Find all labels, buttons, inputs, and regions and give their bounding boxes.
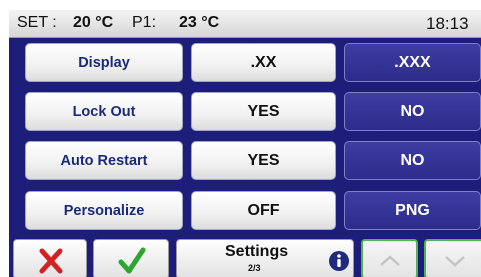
lockout-yes-text: YES	[247, 102, 280, 120]
info-icon[interactable]	[328, 250, 350, 272]
probe1-label: P1:	[132, 14, 157, 31]
auto-restart-no-button[interactable]: NO	[344, 141, 481, 180]
green-check-icon	[118, 247, 146, 274]
chevron-down-icon	[445, 256, 465, 267]
red-x-icon	[39, 248, 63, 274]
lockout-setting-text: Lock Out	[72, 103, 136, 120]
personalize-png-text: PNG	[395, 201, 430, 219]
clock-time: 18:13	[426, 14, 469, 33]
personalize-png-button[interactable]: PNG	[344, 191, 481, 230]
page-up-button[interactable]	[361, 239, 418, 277]
display-option-xxx-button[interactable]: .XXX	[344, 43, 481, 82]
page-down-button[interactable]	[424, 239, 481, 277]
auto-restart-setting-label: Auto Restart	[25, 141, 183, 180]
display-setting-label: Display	[25, 43, 183, 82]
personalize-setting-label: Personalize	[25, 191, 183, 230]
display-option-xx-text: .XX	[250, 53, 277, 71]
lockout-setting-label: Lock Out	[25, 92, 183, 131]
personalize-off-button[interactable]: OFF	[191, 191, 336, 230]
auto-restart-setting-text: Auto Restart	[60, 152, 148, 169]
auto-restart-no-text: NO	[400, 151, 425, 169]
lockout-no-text: NO	[400, 102, 425, 120]
auto-restart-yes-button[interactable]: YES	[191, 141, 336, 180]
display-option-xxx-text: .XXX	[394, 53, 431, 71]
personalize-off-text: OFF	[247, 201, 280, 219]
display-option-xx-button[interactable]: .XX	[191, 43, 336, 82]
personalize-setting-text: Personalize	[63, 202, 145, 219]
status-bar: SET : 20 °C P1: 23 °C 18:13	[9, 10, 481, 38]
lockout-yes-button[interactable]: YES	[191, 92, 336, 131]
probe1-value: 23 °C	[179, 14, 220, 31]
setpoint-value: 20 °C	[73, 14, 114, 31]
display-setting-text: Display	[78, 54, 130, 71]
auto-restart-yes-text: YES	[247, 151, 280, 169]
cancel-button[interactable]	[13, 239, 87, 277]
chevron-up-icon	[380, 255, 400, 266]
settings-page-number: 2/3	[248, 263, 261, 273]
settings-page-indicator: Settings 2/3	[176, 239, 354, 277]
confirm-button[interactable]	[93, 239, 169, 277]
settings-title: Settings	[225, 243, 289, 260]
lockout-no-button[interactable]: NO	[344, 92, 481, 131]
controller-screen: SET : 20 °C P1: 23 °C 18:13 Display .XX …	[9, 10, 481, 277]
setpoint-label: SET :	[17, 14, 57, 31]
